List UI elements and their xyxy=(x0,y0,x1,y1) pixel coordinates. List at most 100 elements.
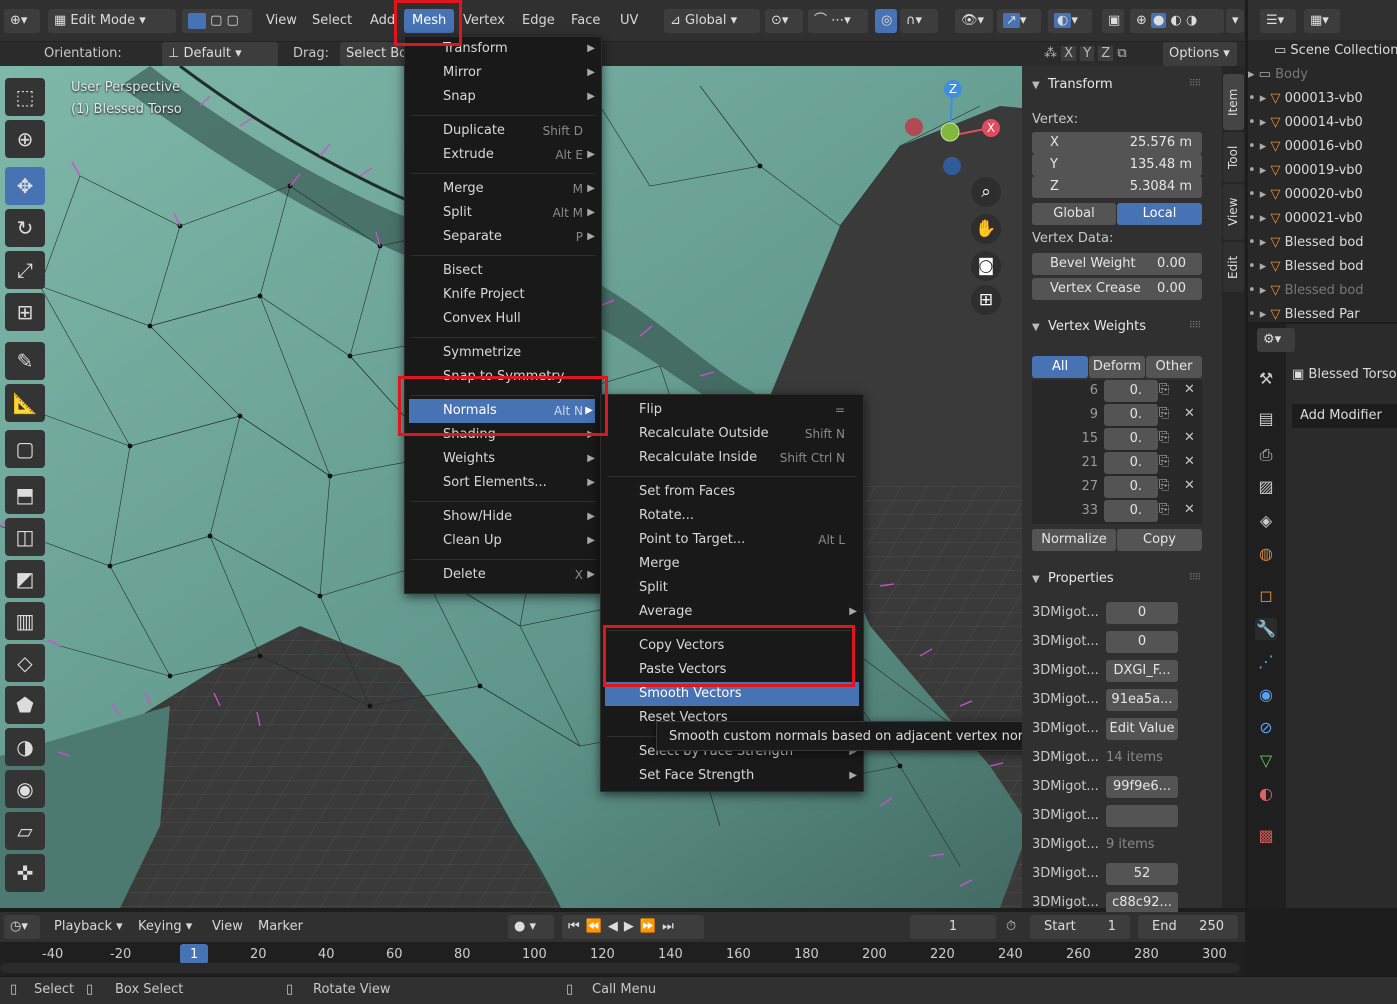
move-tool-icon[interactable]: ✥ xyxy=(5,167,45,205)
outliner-item[interactable]: ▸ ▭ Body xyxy=(1248,63,1397,87)
menu-item-set-face-strength[interactable]: Set Face Strength ▶ xyxy=(601,764,863,788)
poly-build-tool-icon[interactable]: ⬟ xyxy=(5,686,45,724)
shrink-fatten-tool-icon[interactable]: ✜ xyxy=(5,854,45,892)
menu-item-point-to-target[interactable]: Point to Target... Alt L xyxy=(601,528,863,552)
current-frame-field[interactable]: 1 xyxy=(910,915,996,939)
menu-item-set-from-faces[interactable]: Set from Faces xyxy=(601,480,863,504)
transform-tool-icon[interactable]: ⊞ xyxy=(5,293,45,331)
remove-weight-icon[interactable]: ✕ xyxy=(1184,430,1195,445)
menu-item-recalculate-outside[interactable]: Recalculate Outside Shift N xyxy=(601,422,863,446)
overlay-toggle[interactable]: ◐ ▾ xyxy=(1048,9,1092,33)
drag-grip-icon[interactable]: ⠿⠿ xyxy=(1189,79,1201,89)
constraints-icon[interactable]: ⊘ xyxy=(1255,717,1277,739)
vertex-weights-panel-title[interactable]: Vertex Weights xyxy=(1048,319,1146,334)
particles-icon[interactable]: ⋰ xyxy=(1255,651,1277,673)
timeline-editor-type[interactable]: ◷▾ xyxy=(4,915,40,939)
menu-item-rotate[interactable]: Rotate... xyxy=(601,504,863,528)
menu-vertex[interactable]: Vertex xyxy=(455,9,513,33)
vertex-y-field[interactable]: Y 135.48 m xyxy=(1032,154,1202,176)
menu-view[interactable]: View xyxy=(258,9,305,33)
menu-edge[interactable]: Edge xyxy=(514,9,563,33)
tab-tool[interactable]: Tool xyxy=(1223,132,1244,182)
transform-panel-title[interactable]: Transform xyxy=(1048,77,1113,92)
menu-item-average[interactable]: Average ▶ xyxy=(601,600,863,624)
property-value[interactable]: 91ea5a... xyxy=(1106,689,1178,711)
property-value[interactable]: DXGI_F... xyxy=(1106,660,1178,682)
global-toggle[interactable]: Global xyxy=(1032,203,1116,225)
gizmo-x-axis[interactable]: X xyxy=(982,119,1000,137)
playback-controls[interactable]: ⏮⏪◀▶⏩⏭ xyxy=(562,915,704,939)
record-toggle[interactable]: ● ▾ xyxy=(508,915,554,939)
visibility-dropdown[interactable]: 👁▾ xyxy=(955,9,993,33)
paste-weight-icon[interactable]: ⎘ xyxy=(1159,406,1169,421)
paste-weight-icon[interactable]: ⎘ xyxy=(1159,502,1169,517)
menu-item-extrude[interactable]: Extrude Alt E ▶ xyxy=(405,143,601,167)
menu-item-symmetrize[interactable]: Symmetrize xyxy=(405,341,601,365)
bevel-tool-icon[interactable]: ◩ xyxy=(5,560,45,598)
menu-uv[interactable]: UV xyxy=(612,9,646,33)
inset-tool-icon[interactable]: ◫ xyxy=(5,518,45,556)
vw-tab-all[interactable]: All xyxy=(1032,356,1088,378)
outliner-item[interactable]: • ▸ ▽ Blessed bod xyxy=(1248,255,1397,279)
vertex-x-field[interactable]: X 25.576 m xyxy=(1032,132,1202,154)
camera-icon[interactable]: ◙ xyxy=(971,251,1001,281)
rotate-tool-icon[interactable]: ↻ xyxy=(5,209,45,247)
outliner-display-mode[interactable]: ▦▾ xyxy=(1304,9,1340,33)
remove-weight-icon[interactable]: ✕ xyxy=(1184,502,1195,517)
tool-settings-icon[interactable]: ⚒ xyxy=(1255,368,1277,390)
select-mode-buttons[interactable]: ▢ ▢ xyxy=(182,9,252,33)
menu-item-snap[interactable]: Snap ▶ xyxy=(405,85,601,109)
menu-item-split[interactable]: Split Alt M ▶ xyxy=(405,201,601,225)
collapse-caret-icon[interactable]: ▼ xyxy=(1032,322,1040,333)
outliner-item[interactable]: • ▸ ▽ 000013-vb0 xyxy=(1248,87,1397,111)
menu-add[interactable]: Add xyxy=(362,9,398,33)
stopwatch-icon[interactable]: ⏱ xyxy=(1006,919,1016,934)
menu-item-knife-project[interactable]: Knife Project xyxy=(405,283,601,307)
property-value[interactable]: Edit Value xyxy=(1106,718,1178,740)
remove-weight-icon[interactable]: ✕ xyxy=(1184,478,1195,493)
gizmo-toggle[interactable]: ↗ ▾ xyxy=(997,9,1041,33)
menu-item-transform[interactable]: Transform ▶ xyxy=(405,37,601,61)
menu-item-recalculate-inside[interactable]: Recalculate Inside Shift Ctrl N xyxy=(601,446,863,470)
property-value[interactable]: 99f9e6... xyxy=(1106,776,1178,798)
vw-value[interactable]: 0. xyxy=(1104,404,1158,426)
outliner-item[interactable]: • ▸ ▽ Blessed bod xyxy=(1248,279,1397,303)
copy-weights-button[interactable]: Copy xyxy=(1117,529,1202,551)
outliner-item[interactable]: • ▸ ▽ 000020-vb0 xyxy=(1248,183,1397,207)
transform-orientation-dropdown[interactable]: ⊿ Global ▾ xyxy=(664,9,760,33)
shading-options[interactable]: ▾ xyxy=(1226,9,1244,33)
measure-tool-icon[interactable]: 📐 xyxy=(5,384,45,422)
physics-icon[interactable]: ◉ xyxy=(1255,684,1277,706)
menu-item-normals-split[interactable]: Split xyxy=(601,576,863,600)
start-frame-field[interactable]: Start 1 xyxy=(1030,915,1130,939)
marker-menu[interactable]: Marker xyxy=(250,915,311,939)
menu-item-merge[interactable]: Merge M ▶ xyxy=(405,177,601,201)
output-icon[interactable]: ⎙ xyxy=(1255,444,1277,466)
keying-menu[interactable]: Keying ▾ xyxy=(130,915,200,939)
outliner-scene-collection[interactable]: ▭ Scene Collection xyxy=(1248,39,1397,63)
shading-mode-buttons[interactable]: ⊕ ● ◐ ◑ xyxy=(1130,9,1224,33)
annotate-tool-icon[interactable]: ✎ xyxy=(5,342,45,380)
tab-view[interactable]: View xyxy=(1223,184,1244,240)
tab-edit[interactable]: Edit xyxy=(1223,242,1244,292)
vertex-z-field[interactable]: Z 5.3084 m xyxy=(1032,176,1202,198)
property-value[interactable]: 0 xyxy=(1106,602,1178,624)
menu-item-shading[interactable]: Shading ▶ xyxy=(405,423,601,447)
scale-tool-icon[interactable]: ⤢ xyxy=(5,251,45,289)
menu-face[interactable]: Face xyxy=(563,9,608,33)
menu-item-normals[interactable]: Normals Alt N ▶ xyxy=(409,399,595,423)
vw-value[interactable]: 0. xyxy=(1104,380,1158,402)
modifier-wrench-icon[interactable]: 🔧 xyxy=(1255,618,1277,640)
vw-value[interactable]: 0. xyxy=(1104,452,1158,474)
playback-menu[interactable]: Playback ▾ xyxy=(46,915,131,939)
add-modifier-button[interactable]: Add Modifier xyxy=(1292,404,1397,428)
paste-weight-icon[interactable]: ⎘ xyxy=(1159,454,1169,469)
bevel-weight-field[interactable]: Bevel Weight 0.00 xyxy=(1032,253,1202,275)
menu-item-separate[interactable]: Separate P ▶ xyxy=(405,225,601,249)
select-box-tool-icon[interactable]: ⬚ xyxy=(5,78,45,116)
menu-item-flip[interactable]: Flip = xyxy=(601,398,863,422)
knife-tool-icon[interactable]: ◇ xyxy=(5,644,45,682)
gizmo-z-axis[interactable]: Z xyxy=(944,80,962,98)
menu-item-convex-hull[interactable]: Convex Hull xyxy=(405,307,601,331)
menu-item-bisect[interactable]: Bisect xyxy=(405,259,601,283)
